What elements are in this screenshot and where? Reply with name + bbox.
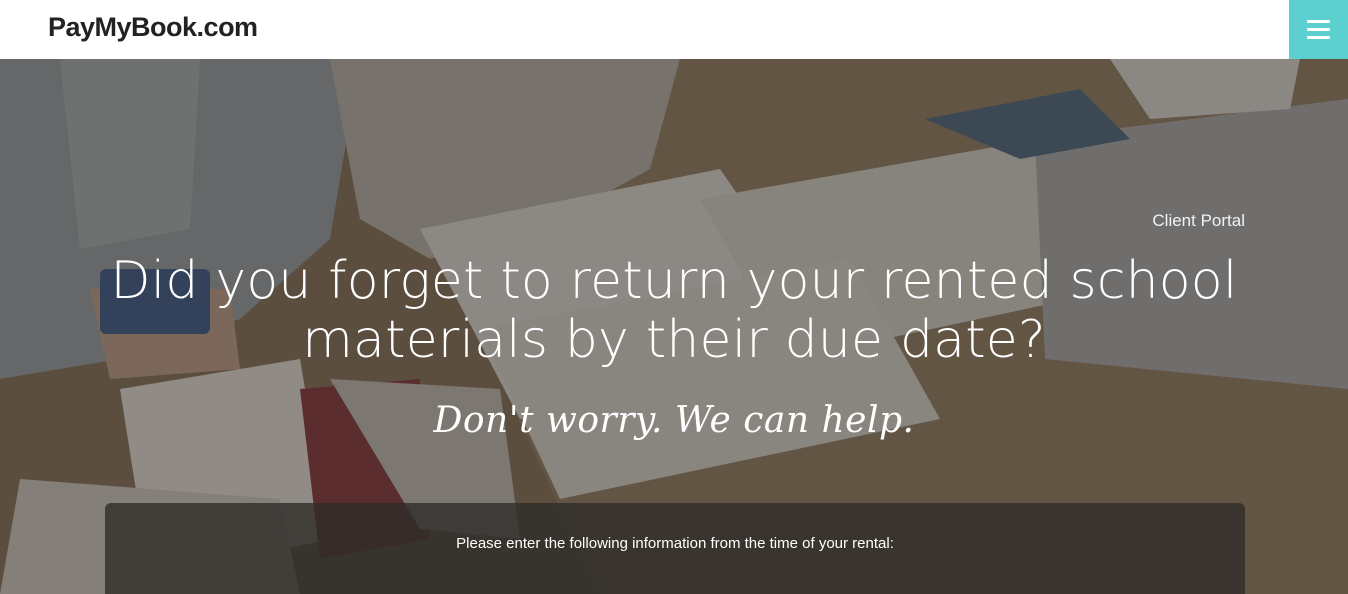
top-navbar: PayMyBook.com [0, 0, 1348, 59]
site-logo[interactable]: PayMyBook.com [48, 12, 258, 43]
hamburger-menu-icon [1307, 20, 1330, 39]
client-portal-link[interactable]: Client Portal [1152, 211, 1245, 231]
form-instructions: Please enter the following information f… [456, 535, 894, 552]
hero-section: Client Portal Did you forget to return y… [0, 59, 1348, 594]
hero-tagline: Don't worry. We can help. [433, 400, 915, 441]
rental-info-form: Please enter the following information f… [105, 503, 1245, 594]
menu-button[interactable] [1289, 0, 1348, 59]
hero-headline: Did you forget to return your rented sch… [110, 251, 1238, 370]
